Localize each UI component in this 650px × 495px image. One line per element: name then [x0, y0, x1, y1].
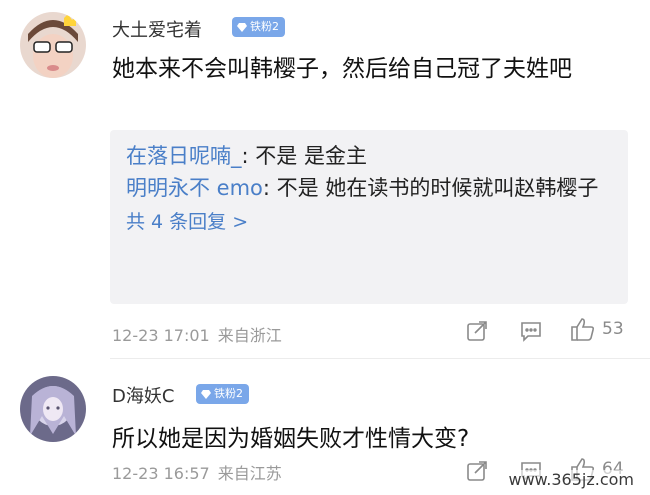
reply-item: 明明永不 emo: 不是 她在读书的时候就叫赵韩樱子 [126, 172, 612, 204]
divider [110, 358, 650, 359]
like-button[interactable]: 53 [570, 316, 624, 342]
diamond-icon [201, 390, 211, 399]
fan-badge: 铁粉2 [232, 17, 285, 37]
reply-username[interactable]: 明明永不 emo [126, 176, 263, 200]
badge-label: 铁粉2 [214, 387, 243, 400]
badge-label: 铁粉2 [250, 20, 279, 33]
comment-text: 她本来不会叫韩樱子，然后给自己冠了夫姓吧 [112, 56, 572, 82]
comment-meta: 12-23 16:57 来自江苏 [112, 460, 282, 484]
comment-date: 12-23 17:01 [112, 326, 210, 345]
username[interactable]: 大土爱宅着 [112, 16, 202, 42]
comment-item: 大土爱宅着 铁粉2 她本来不会叫韩樱子，然后给自己冠了夫姓吧 在落日呢喃_: 不… [0, 0, 650, 360]
diamond-icon [237, 23, 247, 32]
comment-text: 所以她是因为婚姻失败才性情大变? [112, 426, 470, 452]
avatar[interactable] [20, 12, 86, 78]
comment-date: 12-23 16:57 [112, 464, 210, 483]
share-icon [467, 321, 487, 341]
fan-badge: 铁粉2 [196, 384, 249, 404]
reply-item: 在落日呢喃_: 不是 是金主 [126, 140, 612, 172]
share-button[interactable] [466, 460, 488, 482]
username[interactable]: D海妖C [112, 382, 174, 408]
comment-icon [521, 322, 541, 342]
reply-separator: : [241, 144, 256, 168]
comment-location: 来自江苏 [217, 464, 282, 483]
avatar[interactable] [20, 376, 86, 442]
share-button[interactable] [466, 320, 488, 342]
reply-text: 不是 她在读书的时候就叫赵韩樱子 [276, 176, 599, 200]
reply-button[interactable] [520, 320, 542, 342]
like-count: 53 [602, 319, 624, 339]
reply-separator: : [262, 176, 277, 200]
view-all-replies-link[interactable]: 共 4 条回复 > [126, 206, 612, 238]
share-icon [467, 461, 487, 481]
thumbs-up-icon [571, 318, 595, 341]
watermark: www.365jz.com [506, 470, 636, 489]
reply-box[interactable]: 在落日呢喃_: 不是 是金主 明明永不 emo: 不是 她在读书的时候就叫赵韩樱… [110, 130, 628, 304]
comment-meta: 12-23 17:01 来自浙江 [112, 322, 282, 346]
comment-location: 来自浙江 [217, 326, 282, 345]
reply-username[interactable]: 在落日呢喃_ [126, 144, 242, 168]
reply-text: 不是 是金主 [255, 144, 367, 168]
